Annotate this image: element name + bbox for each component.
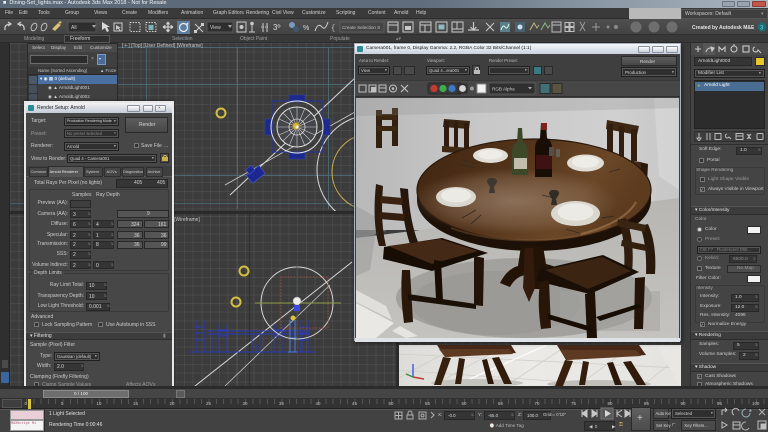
svg-text:View: View: [210, 25, 221, 31]
svg-text:3º: 3º: [273, 23, 280, 32]
svg-text:Create Selection S: Create Selection S: [342, 25, 380, 30]
svg-text:{: {: [331, 25, 335, 33]
svg-text:All: All: [71, 25, 77, 31]
svg-text:RGB Alpha: RGB Alpha: [492, 87, 515, 92]
svg-text:Created by Autodesk M&E: Created by Autodesk M&E: [692, 25, 755, 31]
svg-text:%: %: [303, 25, 309, 32]
